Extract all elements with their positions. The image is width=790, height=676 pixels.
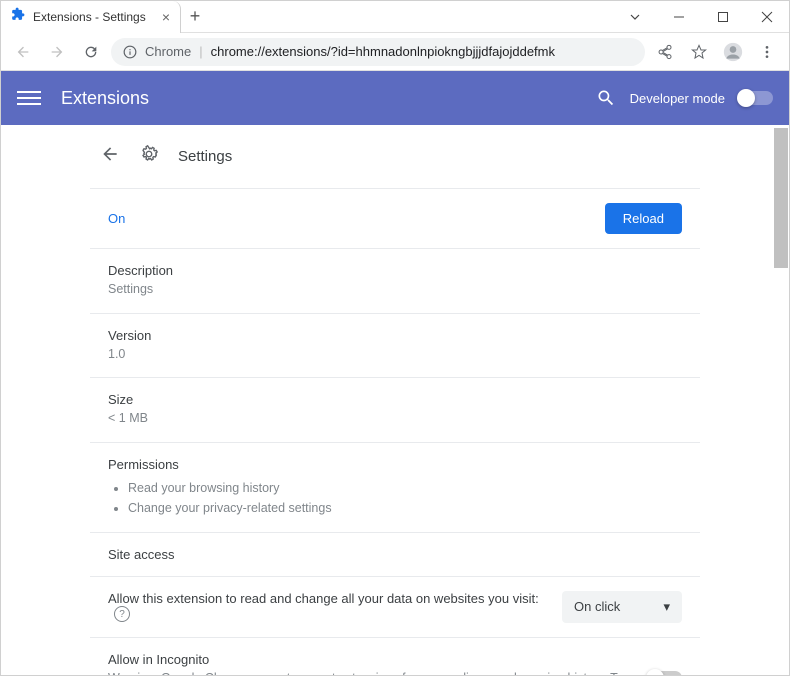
permissions-list: Read your browsing history Change your p… [108, 478, 682, 518]
extension-icon [11, 7, 25, 26]
browser-tab[interactable]: Extensions - Settings × [1, 1, 181, 33]
chevron-down-icon: ▾ [663, 599, 670, 615]
info-icon [123, 45, 137, 59]
on-status: On [108, 211, 125, 226]
tab-close-icon[interactable]: × [162, 9, 170, 25]
reload-button[interactable] [77, 38, 105, 66]
star-icon[interactable] [685, 38, 713, 66]
back-arrow-icon[interactable] [100, 144, 120, 169]
help-icon[interactable]: ? [114, 606, 130, 622]
share-icon[interactable] [651, 38, 679, 66]
window-controls [613, 1, 789, 33]
hamburger-icon[interactable] [17, 86, 41, 110]
size-label: Size [108, 392, 682, 407]
new-tab-button[interactable]: + [181, 6, 209, 27]
maximize-button[interactable] [701, 1, 745, 33]
scrollbar[interactable] [774, 128, 788, 672]
page-header: Settings [90, 125, 700, 188]
permission-item: Change your privacy-related settings [128, 498, 682, 518]
permissions-label: Permissions [108, 457, 682, 472]
developer-mode-toggle[interactable] [739, 91, 773, 105]
tab-title: Extensions - Settings [33, 10, 154, 24]
omnibox-prefix: Chrome [145, 44, 191, 59]
omnibox[interactable]: Chrome | chrome://extensions/?id=hhmnado… [111, 38, 645, 66]
content: Settings On Reload Description Settings … [90, 125, 700, 675]
titlebar: Extensions - Settings × + [1, 1, 789, 33]
incognito-warning: Warning: Google Chrome cannot prevent ex… [108, 670, 628, 676]
description-label: Description [108, 263, 682, 278]
version-value: 1.0 [108, 346, 682, 364]
developer-mode-label: Developer mode [630, 91, 725, 106]
site-access-label: Site access [108, 547, 682, 562]
menu-icon[interactable] [753, 38, 781, 66]
version-label: Version [108, 328, 682, 343]
incognito-label: Allow in Incognito [108, 652, 628, 667]
back-button[interactable] [9, 38, 37, 66]
forward-button[interactable] [43, 38, 71, 66]
site-access-select[interactable]: On click ▾ [562, 591, 682, 623]
appbar-title: Extensions [61, 88, 596, 109]
search-icon[interactable] [596, 88, 616, 108]
size-value: < 1 MB [108, 410, 682, 428]
permission-item: Read your browsing history [128, 478, 682, 498]
dropdown-icon[interactable] [613, 1, 657, 33]
scrollbar-thumb[interactable] [774, 128, 788, 268]
incognito-toggle[interactable] [648, 671, 682, 675]
omnibox-url: chrome://extensions/?id=hhmnadonlnpiokng… [211, 44, 555, 59]
site-access-text: Allow this extension to read and change … [108, 591, 562, 623]
appbar: Extensions Developer mode [1, 71, 789, 125]
reload-extension-button[interactable]: Reload [605, 203, 682, 234]
gear-icon [138, 143, 160, 170]
minimize-button[interactable] [657, 1, 701, 33]
description-value: Settings [108, 281, 682, 299]
close-button[interactable] [745, 1, 789, 33]
browser-toolbar: Chrome | chrome://extensions/?id=hhmnado… [1, 33, 789, 71]
profile-icon[interactable] [719, 38, 747, 66]
page-title: Settings [178, 148, 232, 165]
